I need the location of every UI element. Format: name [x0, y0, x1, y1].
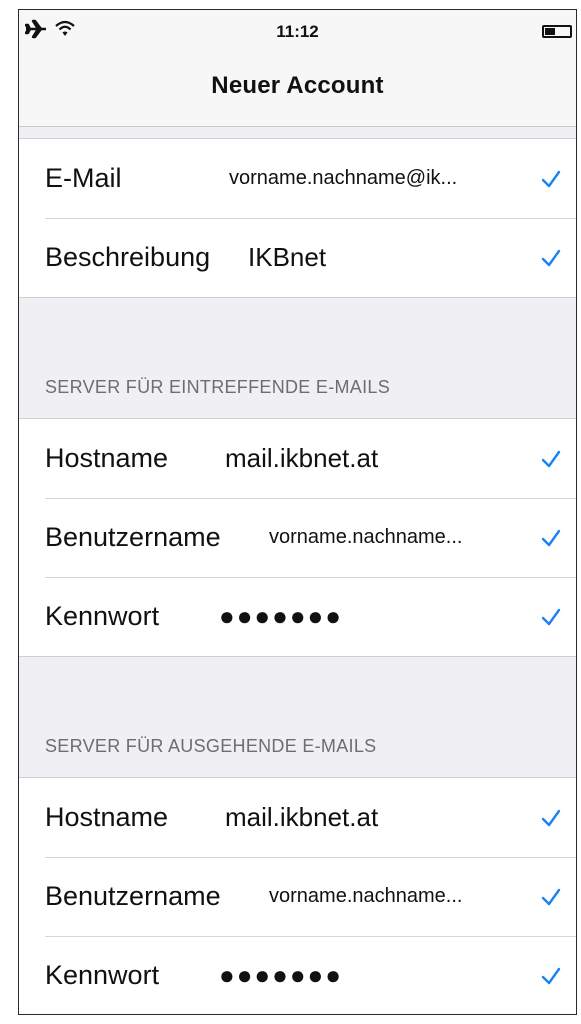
hostname-label: Hostname	[45, 802, 169, 832]
outgoing-section-header: SERVER FÜR AUSGEHENDE E-MAILS	[19, 657, 576, 777]
incoming-section-header: SERVER FÜR EINTREFFENDE E-MAILS	[19, 298, 576, 418]
incoming-hostname-row[interactable]: Hostname mail.ikbnet.at	[19, 419, 576, 498]
outgoing-hostname-row[interactable]: Hostname mail.ikbnet.at	[19, 778, 576, 857]
incoming-password-row[interactable]: Kennwort ●●●●●●●	[19, 577, 576, 656]
password-label: Kennwort	[45, 601, 160, 631]
page-title: Neuer Account	[211, 72, 384, 99]
incoming-server-group: Hostname mail.ikbnet.at Benutzername vor…	[19, 418, 576, 657]
outgoing-username-field[interactable]: vorname.nachname...	[269, 885, 462, 908]
checkmark-icon	[541, 608, 561, 625]
settings-list[interactable]: E-Mail vorname.nachname@ik... Beschreibu…	[19, 127, 576, 1014]
outgoing-server-group: Hostname mail.ikbnet.at Benutzername vor…	[19, 777, 576, 1014]
checkmark-icon	[541, 450, 561, 467]
incoming-password-field[interactable]: ●●●●●●●	[219, 601, 343, 632]
phone-screen: 11:12 Neuer Account E-Mail vorname.nachn…	[18, 9, 577, 1015]
username-label: Benutzername	[45, 881, 221, 911]
email-label: E-Mail	[45, 163, 122, 193]
status-bar: 11:12	[19, 10, 576, 50]
top-bar: 11:12 Neuer Account	[19, 10, 576, 127]
outgoing-header-text: SERVER FÜR AUSGEHENDE E-MAILS	[45, 736, 377, 756]
password-label: Kennwort	[45, 960, 160, 990]
username-label: Benutzername	[45, 522, 221, 552]
outgoing-hostname-field[interactable]: mail.ikbnet.at	[225, 802, 378, 833]
description-field[interactable]: IKBnet	[248, 242, 326, 273]
checkmark-icon	[541, 888, 561, 905]
checkmark-icon	[541, 809, 561, 826]
checkmark-icon	[541, 967, 561, 984]
incoming-username-field[interactable]: vorname.nachname...	[269, 526, 462, 549]
description-row[interactable]: Beschreibung IKBnet	[19, 218, 576, 297]
checkmark-icon	[541, 249, 561, 266]
incoming-username-row[interactable]: Benutzername vorname.nachname...	[19, 498, 576, 577]
outgoing-password-field[interactable]: ●●●●●●●	[219, 960, 343, 991]
outgoing-username-row[interactable]: Benutzername vorname.nachname...	[19, 857, 576, 936]
email-field[interactable]: vorname.nachname@ik...	[229, 167, 457, 190]
battery-icon	[542, 25, 572, 38]
account-group: E-Mail vorname.nachname@ik... Beschreibu…	[19, 138, 576, 298]
incoming-header-text: SERVER FÜR EINTREFFENDE E-MAILS	[45, 377, 391, 397]
email-row[interactable]: E-Mail vorname.nachname@ik...	[19, 139, 576, 218]
incoming-hostname-field[interactable]: mail.ikbnet.at	[225, 443, 378, 474]
checkmark-icon	[541, 529, 561, 546]
description-label: Beschreibung	[45, 242, 211, 272]
outgoing-password-row[interactable]: Kennwort ●●●●●●●	[19, 936, 576, 1014]
status-time: 11:12	[276, 22, 319, 41]
hostname-label: Hostname	[45, 443, 169, 473]
checkmark-icon	[541, 170, 561, 187]
